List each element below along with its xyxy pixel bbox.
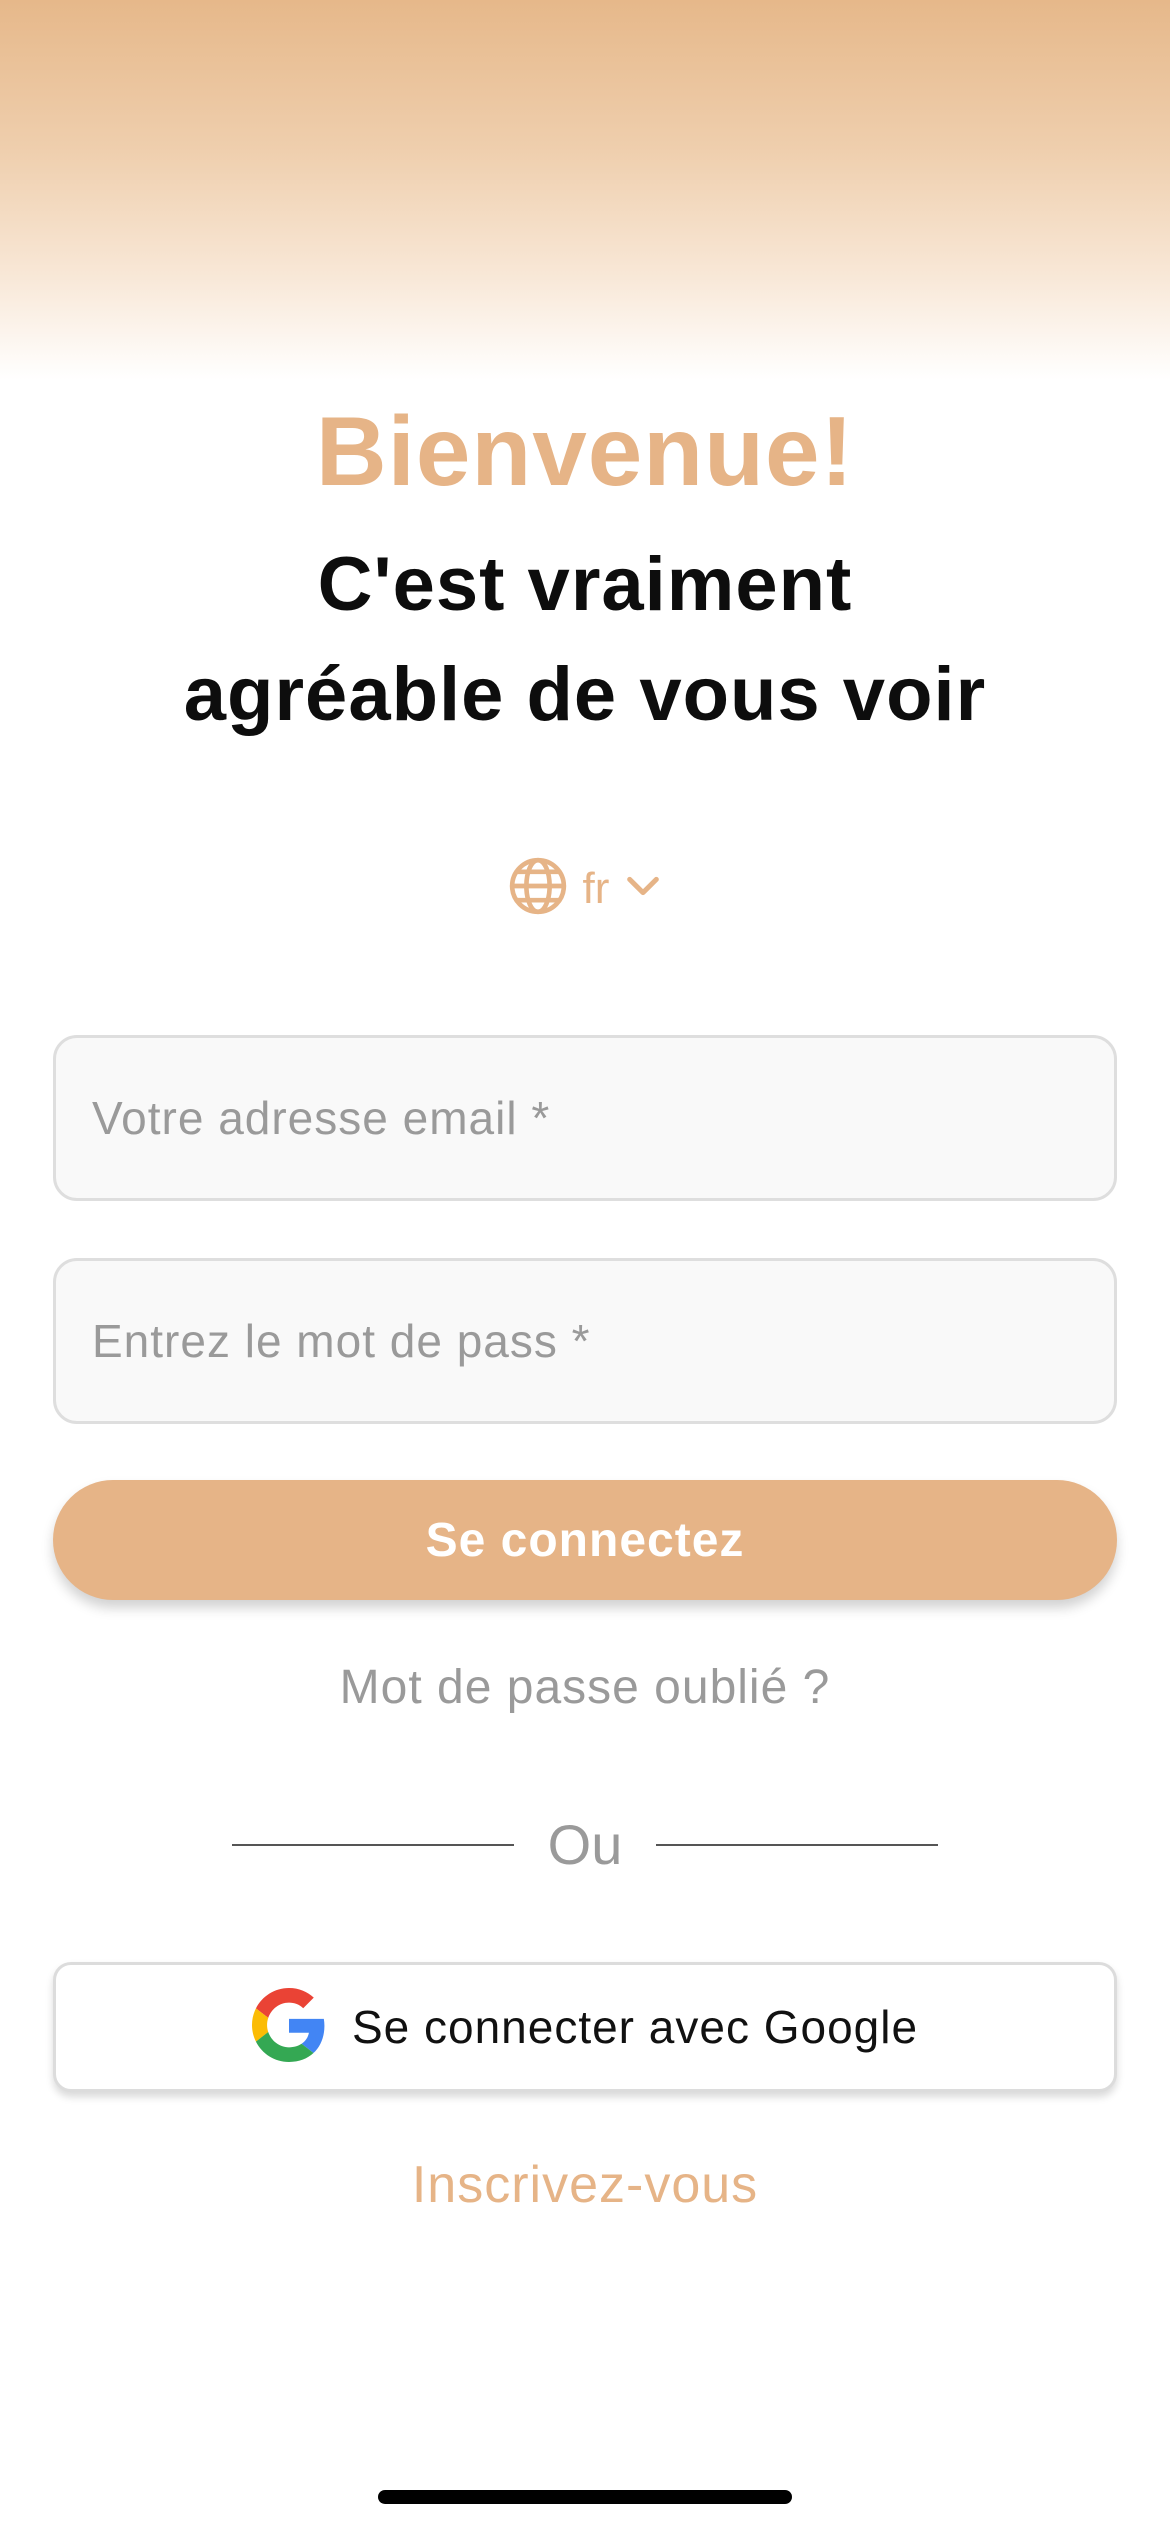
email-placeholder: Votre adresse email * xyxy=(92,1092,551,1144)
welcome-subtitle: C'est vraiment agréable de vous voir xyxy=(0,530,1170,750)
google-signin-label: Se connecter avec Google xyxy=(351,2001,919,2053)
signup-link[interactable]: Inscrivez-vous xyxy=(0,2155,1170,2215)
password-field[interactable]: Entrez le mot de pass * xyxy=(53,1258,1117,1424)
subtitle-line-1: C'est vraiment xyxy=(317,542,853,627)
divider-line-right xyxy=(656,1844,938,1846)
chevron-down-icon xyxy=(623,866,663,911)
password-placeholder: Entrez le mot de pass * xyxy=(92,1315,591,1367)
home-indicator[interactable] xyxy=(378,2490,792,2504)
login-button[interactable]: Se connectez xyxy=(53,1480,1117,1600)
subtitle-line-2: agréable de vous voir xyxy=(183,652,987,737)
google-logo-icon xyxy=(251,1987,326,2067)
language-selector[interactable]: fr xyxy=(0,855,1170,922)
globe-icon xyxy=(507,855,569,922)
forgot-password-link[interactable]: Mot de passe oublié ? xyxy=(0,1660,1170,1715)
login-screen: Bienvenue! C'est vraiment agréable de vo… xyxy=(0,0,1170,2532)
or-divider: Ou xyxy=(0,1810,1170,1880)
language-value: fr xyxy=(582,863,610,913)
welcome-title: Bienvenue! xyxy=(315,396,855,506)
email-field[interactable]: Votre adresse email * xyxy=(53,1035,1117,1201)
google-signin-button[interactable]: Se connecter avec Google xyxy=(53,1962,1117,2092)
divider-label: Ou xyxy=(547,1813,623,1876)
